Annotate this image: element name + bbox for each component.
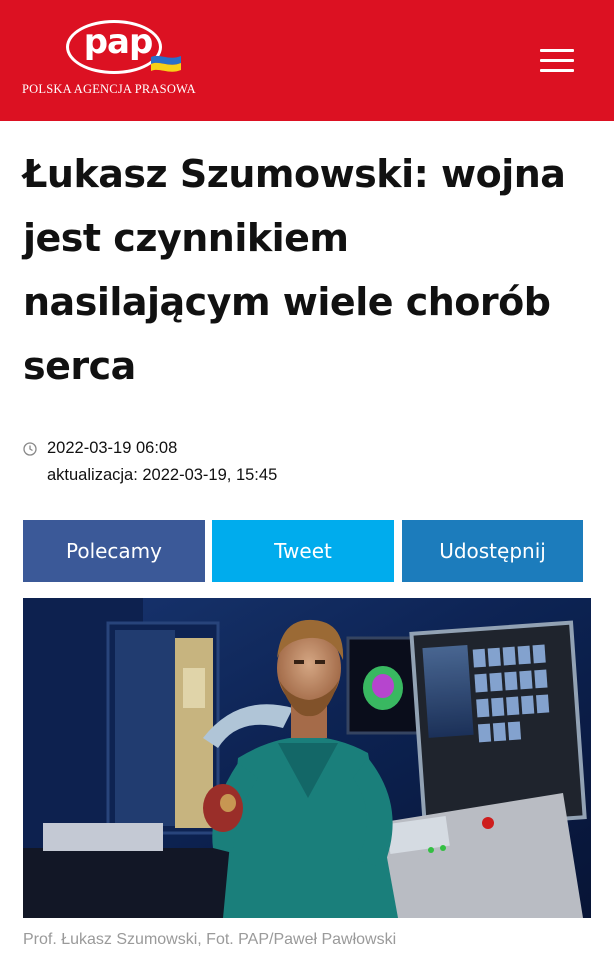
clock-icon bbox=[23, 442, 37, 456]
recommend-button[interactable]: Polecamy bbox=[23, 520, 205, 582]
update-date: aktualizacja: 2022-03-19, 15:45 bbox=[47, 466, 278, 484]
pap-logo[interactable]: pap POLSKA AGENCJA PRASOWA bbox=[22, 16, 212, 106]
tweet-button[interactable]: Tweet bbox=[212, 520, 394, 582]
share-button[interactable]: Udostępnij bbox=[402, 520, 583, 582]
hamburger-menu-icon[interactable] bbox=[538, 47, 578, 75]
ukraine-flag-icon bbox=[151, 55, 181, 72]
site-header: pap POLSKA AGENCJA PRASOWA bbox=[0, 0, 614, 121]
photo-illustration bbox=[23, 598, 591, 918]
article-photo bbox=[23, 598, 591, 918]
publish-date: 2022-03-19 06:08 bbox=[47, 439, 178, 457]
logo-tagline: POLSKA AGENCJA PRASOWA bbox=[22, 82, 196, 96]
photo-caption: Prof. Łukasz Szumowski, Fot. PAP/Paweł P… bbox=[23, 931, 397, 948]
article-title: Łukasz Szumowski: wojna jest czynnikiem … bbox=[23, 152, 566, 388]
